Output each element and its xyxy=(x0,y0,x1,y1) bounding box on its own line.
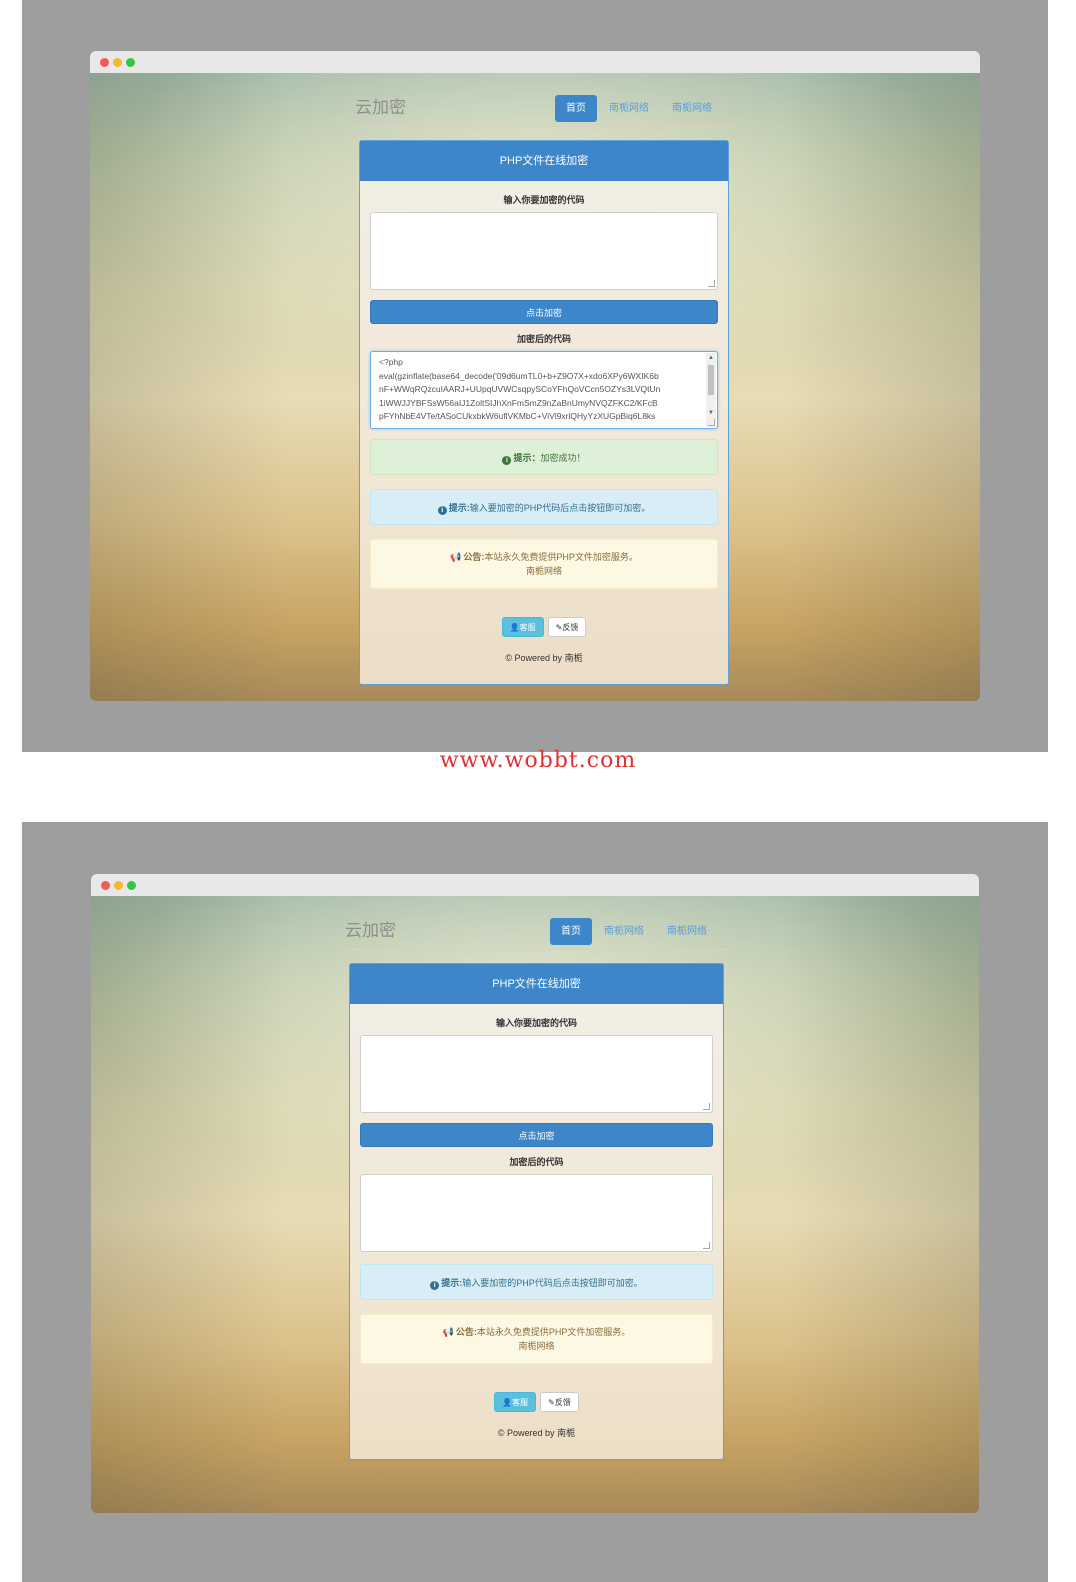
feedback-button[interactable]: ✎反馈 xyxy=(547,617,587,637)
site-container: 云加密 首页 南栀网络 南栀网络 PHP文件在线加密 输入你要加密的代码 点击加… xyxy=(355,73,733,685)
footer-prefix: © Powered by xyxy=(497,1428,555,1438)
megaphone-icon: 📢 xyxy=(450,552,462,562)
screenshot-panel-1: 云加密 首页 南栀网络 南栀网络 PHP文件在线加密 输入你要加密的代码 点击加… xyxy=(22,0,1048,752)
scroll-thumb[interactable] xyxy=(708,365,714,395)
support-button[interactable]: 👤客服 xyxy=(494,1392,537,1412)
support-button-label: 客服 xyxy=(519,623,536,632)
nav-link-nanzhi-1[interactable]: 南栀网络 xyxy=(593,918,655,945)
scroll-up-icon[interactable]: ▲ xyxy=(708,354,714,362)
notice-sub: 南栀网络 xyxy=(525,566,562,576)
close-dot-icon[interactable] xyxy=(100,58,109,67)
nav-home[interactable]: 首页 xyxy=(555,95,597,122)
notice-text: 本站永久免费提供PHP文件加密服务。 xyxy=(476,1327,631,1337)
code-output-text: <?php eval(gzinflate(base64_decode('09d6… xyxy=(379,357,661,421)
card-title: PHP文件在线加密 xyxy=(350,964,723,1004)
nav-menu: 首页 南栀网络 南栀网络 xyxy=(549,918,718,945)
success-alert: i 提示：加密成功！ xyxy=(370,439,718,475)
pencil-icon: ✎ xyxy=(548,1398,555,1407)
minimize-dot-icon[interactable] xyxy=(113,58,122,67)
footer-author-link[interactable]: 南栀 xyxy=(565,653,583,663)
nav-link-nanzhi-2[interactable]: 南栀网络 xyxy=(661,95,723,122)
maximize-dot-icon[interactable] xyxy=(126,58,135,67)
success-label: 提示： xyxy=(513,453,541,463)
input-label: 输入你要加密的代码 xyxy=(503,195,585,205)
page-viewport: 云加密 首页 南栀网络 南栀网络 PHP文件在线加密 输入你要加密的代码 点击加… xyxy=(91,896,979,1513)
support-button[interactable]: 👤客服 xyxy=(501,617,544,637)
footer-prefix: © Powered by xyxy=(505,653,563,663)
info-text: 输入要加密的PHP代码后点击按钮即可加密。 xyxy=(469,503,651,513)
encrypt-card: PHP文件在线加密 输入你要加密的代码 点击加密 加密后的代码 i 提示:输入要加… xyxy=(349,963,724,1460)
action-buttons: 👤客服 ✎反馈 xyxy=(370,617,718,637)
card-title: PHP文件在线加密 xyxy=(360,141,728,181)
code-input[interactable] xyxy=(360,1035,713,1113)
nav-menu: 首页 南栀网络 南栀网络 xyxy=(554,95,723,122)
close-dot-icon[interactable] xyxy=(101,881,110,890)
info-alert: i 提示:输入要加密的PHP代码后点击按钮即可加密。 xyxy=(370,489,718,525)
browser-titlebar xyxy=(91,874,979,896)
info-circle-icon: i xyxy=(430,1281,440,1290)
output-scrollbar[interactable]: ▲ ▼ xyxy=(706,353,716,427)
info-circle-icon: i xyxy=(502,456,512,465)
notice-sub: 南栀网络 xyxy=(518,1341,555,1351)
user-icon: 👤 xyxy=(509,623,520,632)
info-alert: i 提示:输入要加密的PHP代码后点击按钮即可加密。 xyxy=(360,1264,713,1300)
notice-label: 公告: xyxy=(455,1327,477,1337)
card-body: 输入你要加密的代码 点击加密 加密后的代码 i 提示:输入要加密的PHP代码后点击… xyxy=(350,1004,723,1459)
site-brand[interactable]: 云加密 xyxy=(355,93,406,118)
code-input[interactable] xyxy=(370,212,718,290)
encrypt-button[interactable]: 点击加密 xyxy=(370,300,718,324)
feedback-button-label: 反馈 xyxy=(554,1398,571,1407)
card-body: 输入你要加密的代码 点击加密 加密后的代码 <?php eval(gzinfla… xyxy=(360,181,728,684)
info-text: 输入要加密的PHP代码后点击按钮即可加密。 xyxy=(462,1278,643,1288)
maximize-dot-icon[interactable] xyxy=(127,881,136,890)
user-icon: 👤 xyxy=(502,1398,513,1407)
output-label: 加密后的代码 xyxy=(509,1157,564,1167)
code-output[interactable]: <?php eval(gzinflate(base64_decode('09d6… xyxy=(370,351,718,429)
feedback-button[interactable]: ✎反馈 xyxy=(540,1392,579,1412)
notice-label: 公告: xyxy=(463,552,485,562)
page-viewport: 云加密 首页 南栀网络 南栀网络 PHP文件在线加密 输入你要加密的代码 点击加… xyxy=(90,73,980,701)
notice-alert: 📢 公告:本站永久免费提供PHP文件加密服务。 南栀网络 xyxy=(360,1314,713,1364)
info-circle-icon: i xyxy=(437,506,447,515)
site-container: 云加密 首页 南栀网络 南栀网络 PHP文件在线加密 输入你要加密的代码 点击加… xyxy=(345,896,728,1460)
watermark: www.wobbt.com xyxy=(439,748,637,773)
footer: © Powered by 南栀 xyxy=(360,1426,713,1439)
megaphone-icon: 📢 xyxy=(442,1327,454,1337)
success-text: 加密成功！ xyxy=(540,453,586,463)
notice-alert: 📢 公告:本站永久免费提供PHP文件加密服务。 南栀网络 xyxy=(370,539,718,589)
output-label: 加密后的代码 xyxy=(516,334,571,344)
minimize-dot-icon[interactable] xyxy=(114,881,123,890)
action-buttons: 👤客服 ✎反馈 xyxy=(360,1392,713,1412)
footer: © Powered by 南栀 xyxy=(370,651,718,664)
info-label: 提示: xyxy=(448,503,470,513)
info-label: 提示: xyxy=(441,1278,463,1288)
browser-window: 云加密 首页 南栀网络 南栀网络 PHP文件在线加密 输入你要加密的代码 点击加… xyxy=(91,874,979,1513)
notice-text: 本站永久免费提供PHP文件加密服务。 xyxy=(484,552,638,562)
navbar: 云加密 首页 南栀网络 南栀网络 xyxy=(345,896,728,950)
code-output[interactable] xyxy=(360,1174,713,1252)
encrypt-button[interactable]: 点击加密 xyxy=(360,1123,713,1147)
site-brand[interactable]: 云加密 xyxy=(345,916,396,941)
nav-link-nanzhi-1[interactable]: 南栀网络 xyxy=(598,95,660,122)
screenshot-panel-2: 云加密 首页 南栀网络 南栀网络 PHP文件在线加密 输入你要加密的代码 点击加… xyxy=(22,822,1048,1582)
encrypt-card: PHP文件在线加密 输入你要加密的代码 点击加密 加密后的代码 <?php ev… xyxy=(359,140,729,685)
scroll-down-icon[interactable]: ▼ xyxy=(708,409,714,417)
navbar: 云加密 首页 南栀网络 南栀网络 xyxy=(355,73,733,127)
browser-titlebar xyxy=(90,51,980,73)
support-button-label: 客服 xyxy=(512,1398,529,1407)
nav-home[interactable]: 首页 xyxy=(550,918,592,945)
feedback-button-label: 反馈 xyxy=(562,623,579,632)
browser-window: 云加密 首页 南栀网络 南栀网络 PHP文件在线加密 输入你要加密的代码 点击加… xyxy=(90,51,980,701)
nav-link-nanzhi-2[interactable]: 南栀网络 xyxy=(656,918,718,945)
footer-author-link[interactable]: 南栀 xyxy=(557,1428,575,1438)
input-label: 输入你要加密的代码 xyxy=(495,1018,577,1028)
